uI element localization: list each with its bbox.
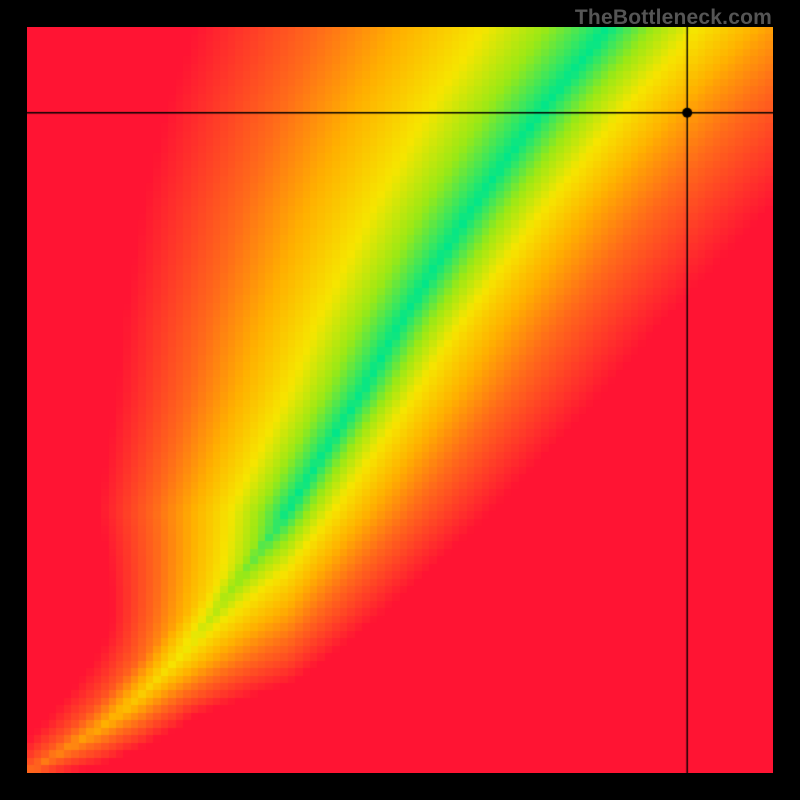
bottleneck-heatmap	[27, 27, 773, 773]
watermark-text: TheBottleneck.com	[575, 6, 772, 30]
